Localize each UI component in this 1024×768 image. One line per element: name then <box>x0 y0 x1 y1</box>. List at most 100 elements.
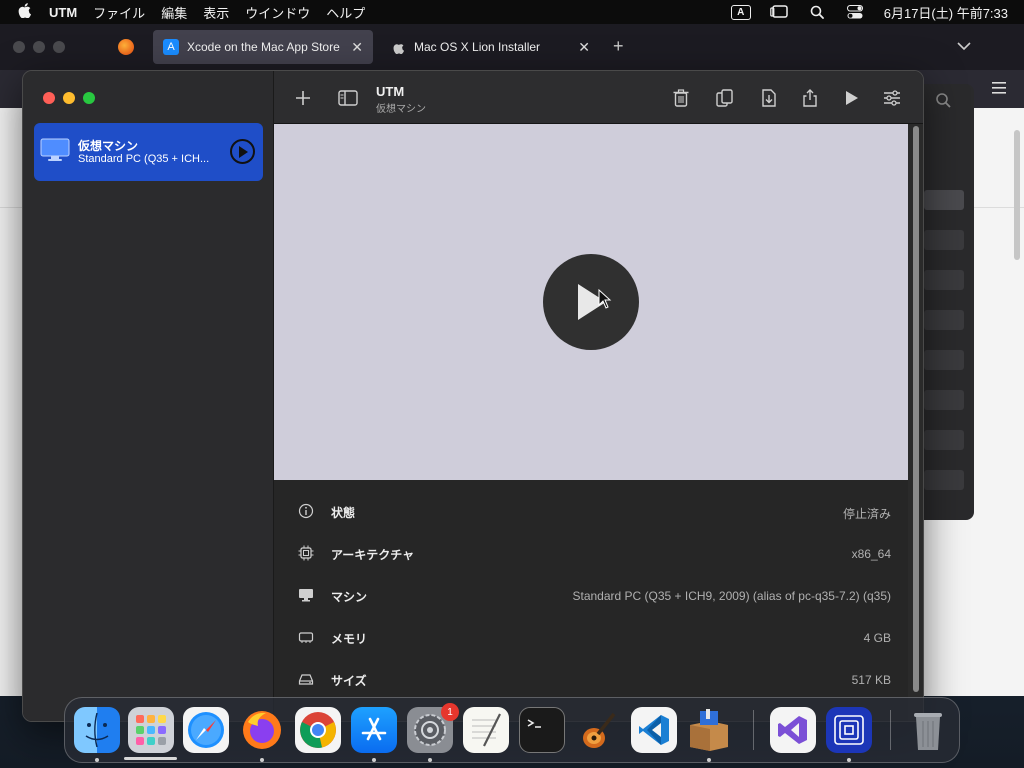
window-title: UTM <box>376 84 405 99</box>
architecture-value: x86_64 <box>851 547 891 561</box>
vm-run-button[interactable] <box>230 139 255 164</box>
vm-description: Standard PC (Q35 + ICH... <box>78 153 210 165</box>
menu-window[interactable]: ウインドウ <box>237 3 318 22</box>
dock-utm-icon[interactable] <box>826 707 872 753</box>
clone-vm-button[interactable] <box>714 87 736 109</box>
browser-tab-bar: A Xcode on the Mac App Store ✕ Mac OS X … <box>0 24 1024 70</box>
dock-terminal-icon[interactable] <box>519 707 565 753</box>
dock-installer-icon[interactable] <box>686 707 732 753</box>
input-source-label: A <box>730 4 751 20</box>
vm-info-list: 状態 停止済み アーキテクチャ x86_64 マシン Standard PC (… <box>274 480 908 721</box>
panel-row <box>924 470 964 490</box>
edit-vm-settings-button[interactable] <box>881 87 903 109</box>
new-tab-button[interactable]: + <box>613 36 624 57</box>
browser-minimize-dot[interactable] <box>33 41 45 53</box>
info-row-status: 状態 停止済み <box>274 490 908 532</box>
spotlight-search-icon[interactable] <box>807 4 827 20</box>
dock-running-dot <box>260 758 264 762</box>
menu-bar-clock[interactable]: 6月17日(土) 午前7:33 <box>874 3 1024 22</box>
drive-icon <box>298 674 314 685</box>
input-source-icon[interactable]: A <box>730 4 751 20</box>
tab-xcode-label: Xcode on the Mac App Store <box>187 40 340 54</box>
dock-running-dot <box>707 758 711 762</box>
start-vm-button[interactable] <box>543 254 639 350</box>
apple-menu-icon[interactable] <box>0 2 41 22</box>
menu-help[interactable]: ヘルプ <box>318 3 373 22</box>
panel-row <box>924 390 964 410</box>
share-vm-button[interactable] <box>799 87 821 109</box>
dock-textedit-icon[interactable] <box>463 707 509 753</box>
tab-lion-label: Mac OS X Lion Installer <box>414 40 541 54</box>
panel-row <box>924 430 964 450</box>
status-label: 状態 <box>331 506 356 520</box>
tab-close-icon[interactable]: ✕ <box>578 39 590 56</box>
toggle-sidebar-button[interactable] <box>337 87 359 109</box>
dock-garageband-icon[interactable] <box>575 707 621 753</box>
dock-app-store-icon[interactable] <box>351 707 397 753</box>
dock-firefox-icon[interactable] <box>239 707 285 753</box>
panel-row <box>924 190 964 210</box>
utm-toolbar: UTM 仮想マシン <box>274 71 923 124</box>
stage-manager-icon[interactable] <box>769 4 789 20</box>
page-scrollbar[interactable] <box>1014 130 1020 260</box>
panel-row <box>924 350 964 370</box>
tab-lion-installer[interactable]: Mac OS X Lion Installer ✕ <box>380 30 600 64</box>
control-center-icon[interactable] <box>845 4 865 20</box>
menu-file[interactable]: ファイル <box>85 3 153 22</box>
notification-badge: 1 <box>441 703 459 721</box>
info-row-architecture: アーキテクチャ x86_64 <box>274 532 908 574</box>
scrollbar-thumb[interactable] <box>913 126 919 692</box>
dock-trash-icon[interactable] <box>905 707 951 753</box>
dock-vscode-icon[interactable] <box>631 707 677 753</box>
apple-favicon-icon <box>390 39 406 55</box>
menu-edit[interactable]: 編集 <box>153 3 195 22</box>
panel-row <box>924 310 964 330</box>
vm-preview[interactable] <box>274 124 908 480</box>
export-vm-button[interactable] <box>758 87 780 109</box>
dock-safari-icon[interactable] <box>183 707 229 753</box>
tab-list-chevron-icon[interactable] <box>957 42 971 51</box>
dock-running-dot <box>428 758 432 762</box>
menu-app-name[interactable]: UTM <box>41 5 85 20</box>
tab-close-icon[interactable]: ✕ <box>351 39 363 56</box>
vm-name: 仮想マシン <box>78 139 139 153</box>
browser-zoom-dot[interactable] <box>53 41 65 53</box>
dock-chrome-icon[interactable] <box>295 707 341 753</box>
size-value: 517 KB <box>851 673 891 687</box>
plus-icon <box>296 91 310 105</box>
dock-running-dot <box>847 758 851 762</box>
window-minimize-button[interactable] <box>63 92 75 104</box>
play-icon <box>846 91 858 105</box>
add-vm-button[interactable] <box>292 87 314 109</box>
memory-value: 4 GB <box>863 631 891 645</box>
window-close-button[interactable] <box>43 92 55 104</box>
info-row-size: サイズ 517 KB <box>274 658 908 700</box>
delete-vm-button[interactable] <box>670 87 692 109</box>
dock-drag-indicator <box>124 757 177 760</box>
panel-row <box>924 230 964 250</box>
firefox-pinned-tab-icon[interactable] <box>118 39 134 55</box>
dock-visual-studio-icon[interactable] <box>770 707 816 753</box>
play-icon <box>238 145 248 158</box>
hamburger-menu-icon[interactable] <box>992 82 1006 94</box>
monitor-icon <box>40 138 70 161</box>
tab-xcode[interactable]: A Xcode on the Mac App Store ✕ <box>153 30 373 64</box>
share-icon <box>803 89 817 107</box>
info-row-machine: マシン Standard PC (Q35 + ICH9, 2009) (alia… <box>274 574 908 616</box>
run-vm-toolbar-button[interactable] <box>841 87 863 109</box>
dock-finder-icon[interactable] <box>74 707 120 753</box>
machine-value: Standard PC (Q35 + ICH9, 2009) (alias of… <box>572 589 892 603</box>
sidebar-item-vm[interactable]: 仮想マシン Standard PC (Q35 + ICH... <box>34 123 263 181</box>
clone-icon <box>716 89 733 107</box>
menu-view[interactable]: 表示 <box>195 3 237 22</box>
cpu-icon <box>298 545 314 561</box>
sliders-icon <box>884 90 900 106</box>
dock-launchpad-icon[interactable] <box>128 707 174 753</box>
sidebar-icon <box>338 90 358 106</box>
dock-separator <box>890 710 891 750</box>
browser-close-dot[interactable] <box>13 41 25 53</box>
dock-running-dot <box>95 758 99 762</box>
search-icon[interactable] <box>935 92 951 108</box>
detail-scrollbar[interactable] <box>908 124 923 721</box>
window-zoom-button[interactable] <box>83 92 95 104</box>
